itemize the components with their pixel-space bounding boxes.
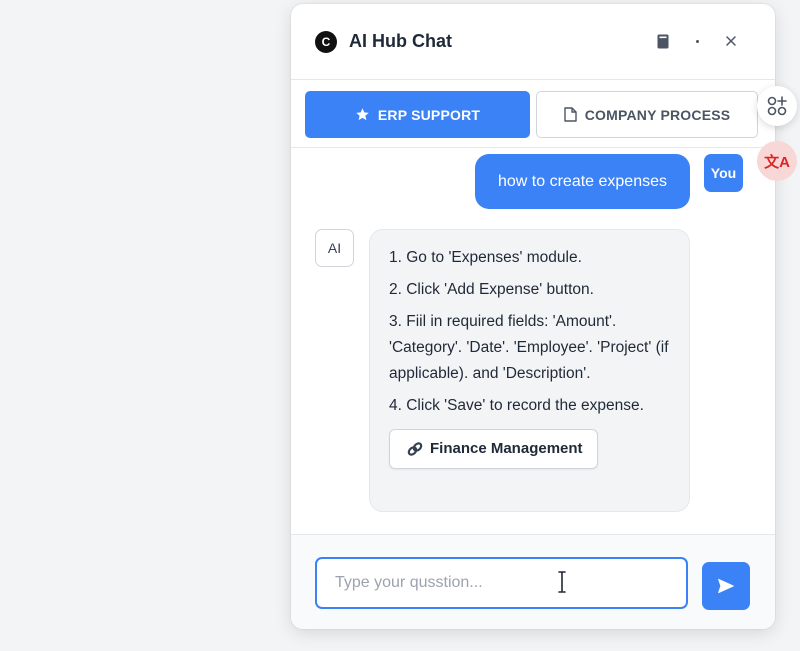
link-icon bbox=[406, 440, 424, 458]
composer bbox=[291, 534, 775, 629]
star-icon bbox=[355, 107, 370, 122]
ai-avatar: AI bbox=[315, 229, 354, 267]
chat-header: C AI Hub Chat bbox=[291, 4, 775, 80]
user-message-bubble: how to create expenses bbox=[475, 154, 690, 209]
close-icon bbox=[726, 36, 736, 46]
translate-icon: 文A bbox=[764, 153, 790, 171]
user-avatar: You bbox=[704, 154, 743, 192]
logo-icon: C bbox=[315, 30, 337, 53]
close-button[interactable] bbox=[723, 32, 739, 50]
finance-management-tag[interactable]: Finance Management bbox=[389, 429, 598, 469]
user-message-text: how to create expenses bbox=[498, 172, 667, 190]
apps-icon bbox=[767, 96, 787, 116]
ai-step-2: 2. Click 'Add Expense' button. bbox=[389, 281, 594, 298]
message-list: how to create expenses You AI 1. Go to '… bbox=[291, 148, 775, 629]
more-button[interactable] bbox=[689, 32, 705, 50]
translate-button[interactable]: 文A bbox=[757, 141, 797, 181]
tab-company-process-label: COMPANY PROCESS bbox=[584, 106, 731, 123]
ai-message-bubble: 1. Go to 'Expenses' module. 2. Click 'Ad… bbox=[369, 229, 690, 512]
question-input[interactable] bbox=[315, 557, 688, 609]
tab-company-process[interactable]: COMPANY PROCESS bbox=[536, 91, 758, 138]
more-dot-icon bbox=[695, 39, 699, 43]
send-button[interactable] bbox=[702, 562, 750, 610]
tab-bar: ERP SUPPORT COMPANY PROCESS bbox=[305, 91, 758, 138]
tab-erp-support[interactable]: ERP SUPPORT bbox=[305, 91, 530, 138]
send-icon bbox=[718, 578, 734, 594]
chat-window: C AI Hub Chat ERP SUPPORT COMPANY PROCES… bbox=[291, 4, 775, 629]
finance-management-label: Finance Management bbox=[430, 440, 583, 457]
ai-step-1: 1. Go to 'Expenses' module. bbox=[389, 249, 582, 266]
chat-title: AI Hub Chat bbox=[349, 31, 452, 51]
apps-button[interactable] bbox=[757, 86, 797, 126]
header-actions bbox=[655, 32, 739, 50]
tab-erp-support-label: ERP SUPPORT bbox=[377, 106, 481, 123]
book-icon bbox=[657, 34, 669, 48]
ai-step-4: 4. Click 'Save' to record the expense. bbox=[389, 397, 644, 414]
document-icon bbox=[563, 107, 577, 122]
book-button[interactable] bbox=[655, 32, 671, 50]
ai-step-3: 3. Fiil in required fields: 'Amount'. 'C… bbox=[389, 313, 669, 382]
